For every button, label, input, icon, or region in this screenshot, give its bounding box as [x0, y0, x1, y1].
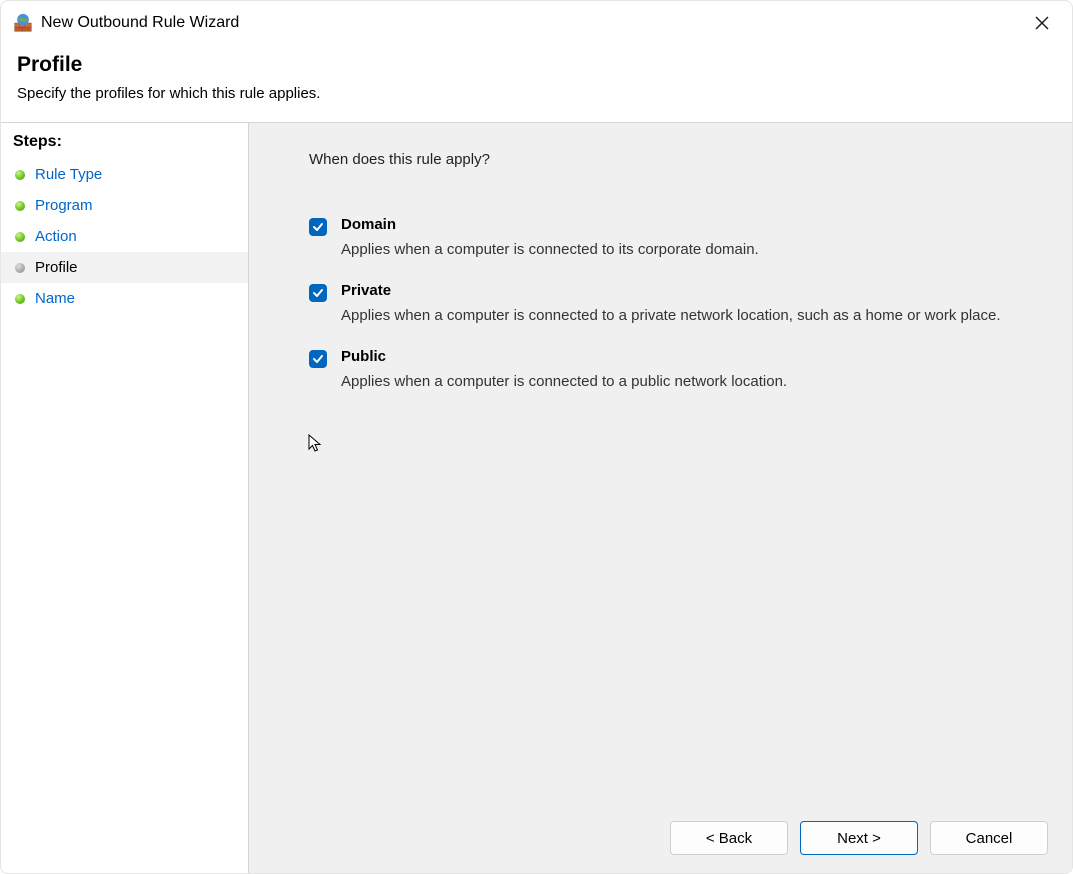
titlebar: New Outbound Rule Wizard [1, 1, 1072, 41]
option-domain: Domain Applies when a computer is connec… [309, 216, 1022, 260]
step-program[interactable]: Program [1, 190, 248, 221]
window-title: New Outbound Rule Wizard [41, 14, 239, 32]
firewall-icon [13, 13, 33, 33]
wizard-footer: < Back Next > Cancel [670, 821, 1048, 855]
option-label: Public [341, 348, 1022, 365]
page-title: Profile [17, 53, 1056, 77]
cancel-button[interactable]: Cancel [930, 821, 1048, 855]
step-bullet-icon [15, 170, 25, 180]
step-action[interactable]: Action [1, 221, 248, 252]
step-profile[interactable]: Profile [1, 252, 248, 283]
option-private: Private Applies when a computer is conne… [309, 282, 1022, 326]
check-icon [312, 353, 324, 365]
steps-sidebar: Steps: Rule Type Program Action Profile … [1, 123, 249, 873]
back-button[interactable]: < Back [670, 821, 788, 855]
steps-heading: Steps: [1, 129, 248, 159]
step-bullet-icon [15, 294, 25, 304]
option-label: Domain [341, 216, 1022, 233]
option-description: Applies when a computer is connected to … [341, 305, 1022, 326]
step-rule-type[interactable]: Rule Type [1, 159, 248, 190]
option-label: Private [341, 282, 1022, 299]
wizard-content: When does this rule apply? Domain Applie… [249, 123, 1072, 873]
step-bullet-icon [15, 232, 25, 242]
option-description: Applies when a computer is connected to … [341, 239, 1022, 260]
option-public: Public Applies when a computer is connec… [309, 348, 1022, 392]
step-bullet-icon [15, 263, 25, 273]
step-name[interactable]: Name [1, 283, 248, 314]
step-label: Action [35, 228, 77, 245]
close-icon [1035, 16, 1049, 30]
step-label: Rule Type [35, 166, 102, 183]
step-label: Name [35, 290, 75, 307]
next-button[interactable]: Next > [800, 821, 918, 855]
profile-options: Domain Applies when a computer is connec… [309, 216, 1022, 414]
check-icon [312, 221, 324, 233]
checkbox-domain[interactable] [309, 218, 327, 236]
question-text: When does this rule apply? [309, 151, 1022, 168]
page-subtitle: Specify the profiles for which this rule… [17, 85, 1056, 102]
step-bullet-icon [15, 201, 25, 211]
checkbox-public[interactable] [309, 350, 327, 368]
wizard-body: Steps: Rule Type Program Action Profile … [1, 122, 1072, 873]
wizard-header: Profile Specify the profiles for which t… [1, 41, 1072, 122]
wizard-window: New Outbound Rule Wizard Profile Specify… [0, 0, 1073, 874]
check-icon [312, 287, 324, 299]
step-label: Program [35, 197, 93, 214]
option-description: Applies when a computer is connected to … [341, 371, 1022, 392]
step-label: Profile [35, 259, 78, 276]
checkbox-private[interactable] [309, 284, 327, 302]
close-button[interactable] [1020, 7, 1064, 39]
